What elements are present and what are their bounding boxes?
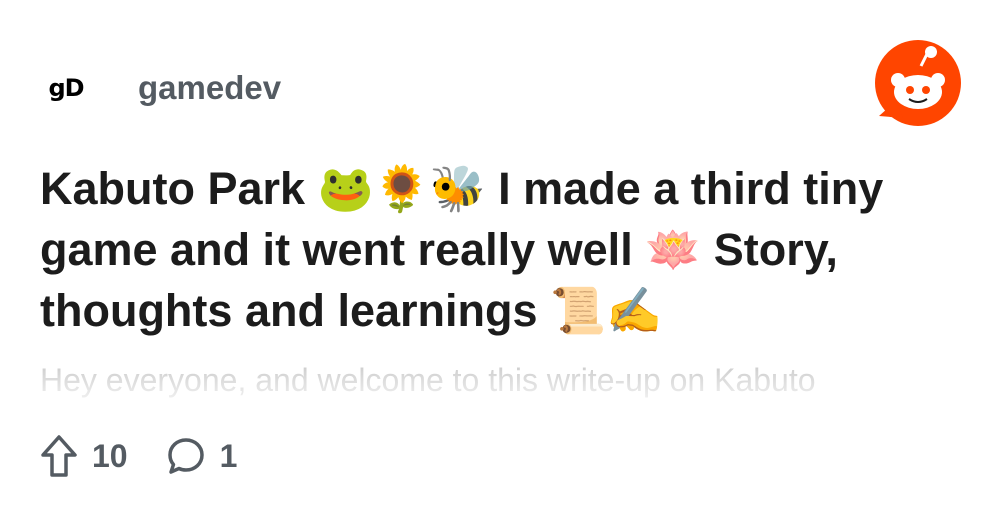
title-text: Kabuto Park	[40, 163, 318, 214]
upvote-count: 10	[92, 437, 128, 474]
post-preview-text: Hey everyone, and welcome to this write-…	[40, 362, 816, 398]
post-actions: 10 1	[40, 432, 237, 480]
comments-button[interactable]: 1	[166, 436, 238, 476]
frog-sunflower-bee-emoji: 🐸🌻🐝	[317, 162, 486, 215]
reddit-logo-icon[interactable]	[873, 38, 963, 128]
scroll-writing-emoji: 📜✍️	[550, 284, 663, 337]
upvote-button[interactable]: 10	[40, 434, 128, 478]
upvote-arrow-icon	[41, 435, 77, 477]
post-header: gD gamedev	[40, 62, 281, 114]
post-title[interactable]: Kabuto Park 🐸🌻🐝 I made a third tiny game…	[40, 158, 970, 341]
comment-bubble-icon	[167, 438, 204, 474]
subreddit-avatar[interactable]: gD	[40, 62, 92, 114]
subreddit-name[interactable]: gamedev	[138, 69, 281, 107]
lotus-emoji: 🪷	[645, 223, 702, 276]
comment-count: 1	[219, 437, 238, 474]
